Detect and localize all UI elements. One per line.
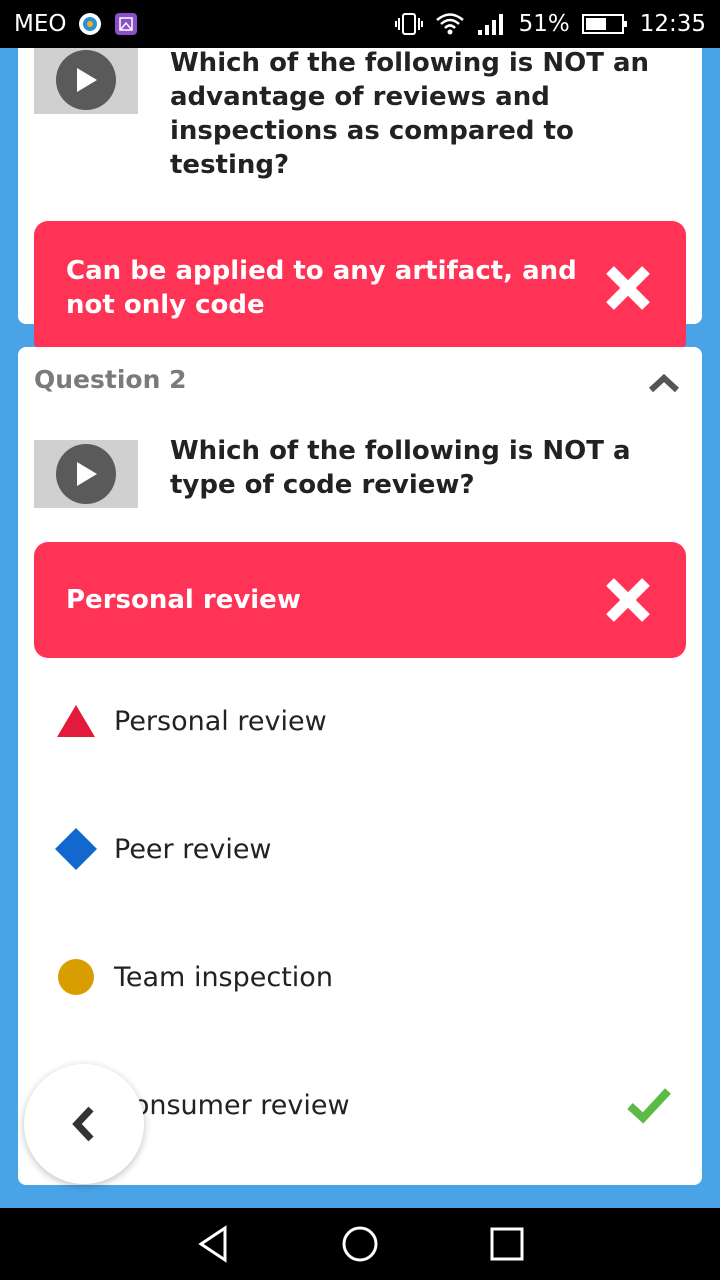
chevron-left-icon xyxy=(72,1106,94,1142)
selected-answer-wrong: Personal review xyxy=(34,542,686,658)
selected-answer-text: Can be applied to any artifact, and not … xyxy=(66,256,577,320)
question-text: Which of the following is NOT a type of … xyxy=(170,436,631,500)
question-text: Which of the following is NOT an advanta… xyxy=(170,48,650,180)
diamond-icon xyxy=(54,827,98,871)
option-label: Team inspection xyxy=(114,961,333,993)
selected-answer-text: Personal review xyxy=(66,585,301,615)
answer-option-correct: Consumer review xyxy=(54,1075,672,1135)
correct-check-icon xyxy=(627,1088,671,1124)
wrong-x-icon xyxy=(606,266,650,310)
status-bar: MEO 51% 12:35 xyxy=(0,0,720,48)
answer-option: Personal review xyxy=(54,691,672,751)
question-card-2: Question 2 Which of the following is NOT… xyxy=(18,347,702,1185)
selected-answer-wrong: Can be applied to any artifact, and not … xyxy=(34,221,686,355)
option-label: Peer review xyxy=(114,833,272,865)
back-button[interactable] xyxy=(24,1064,144,1184)
question-media-thumbnail[interactable] xyxy=(34,48,138,114)
battery-icon xyxy=(581,12,628,36)
option-label: Personal review xyxy=(114,705,327,737)
play-icon xyxy=(56,444,116,504)
home-circle-icon[interactable] xyxy=(340,1224,380,1264)
battery-percent: 51% xyxy=(518,11,570,37)
system-navigation-bar xyxy=(0,1208,720,1280)
option-label: Consumer review xyxy=(114,1089,350,1121)
wrong-x-icon xyxy=(606,578,650,622)
clock: 12:35 xyxy=(639,11,706,37)
vibrate-icon xyxy=(394,12,423,36)
carrier-name: MEO xyxy=(14,11,67,37)
app-notification-icon xyxy=(78,12,102,36)
wifi-icon xyxy=(435,12,465,36)
answer-option: Team inspection xyxy=(54,947,672,1007)
question-row: Which of the following is NOT an advanta… xyxy=(34,48,686,182)
play-icon xyxy=(56,50,116,110)
triangle-icon xyxy=(54,699,98,743)
signal-icon xyxy=(477,12,507,36)
gallery-notification-icon xyxy=(114,12,138,36)
answer-option: Peer review xyxy=(54,819,672,879)
chevron-up-icon[interactable] xyxy=(648,373,680,393)
question-number-title: Question 2 xyxy=(34,365,187,394)
question-row: Which of the following is NOT a type of … xyxy=(34,436,686,508)
question-media-thumbnail[interactable] xyxy=(34,440,138,508)
recents-square-icon[interactable] xyxy=(487,1224,527,1264)
circle-icon xyxy=(54,955,98,999)
back-triangle-icon[interactable] xyxy=(193,1224,233,1264)
quiz-results-scroll[interactable]: Which of the following is NOT an advanta… xyxy=(0,48,720,1208)
question-card-1: Which of the following is NOT an advanta… xyxy=(18,48,702,355)
